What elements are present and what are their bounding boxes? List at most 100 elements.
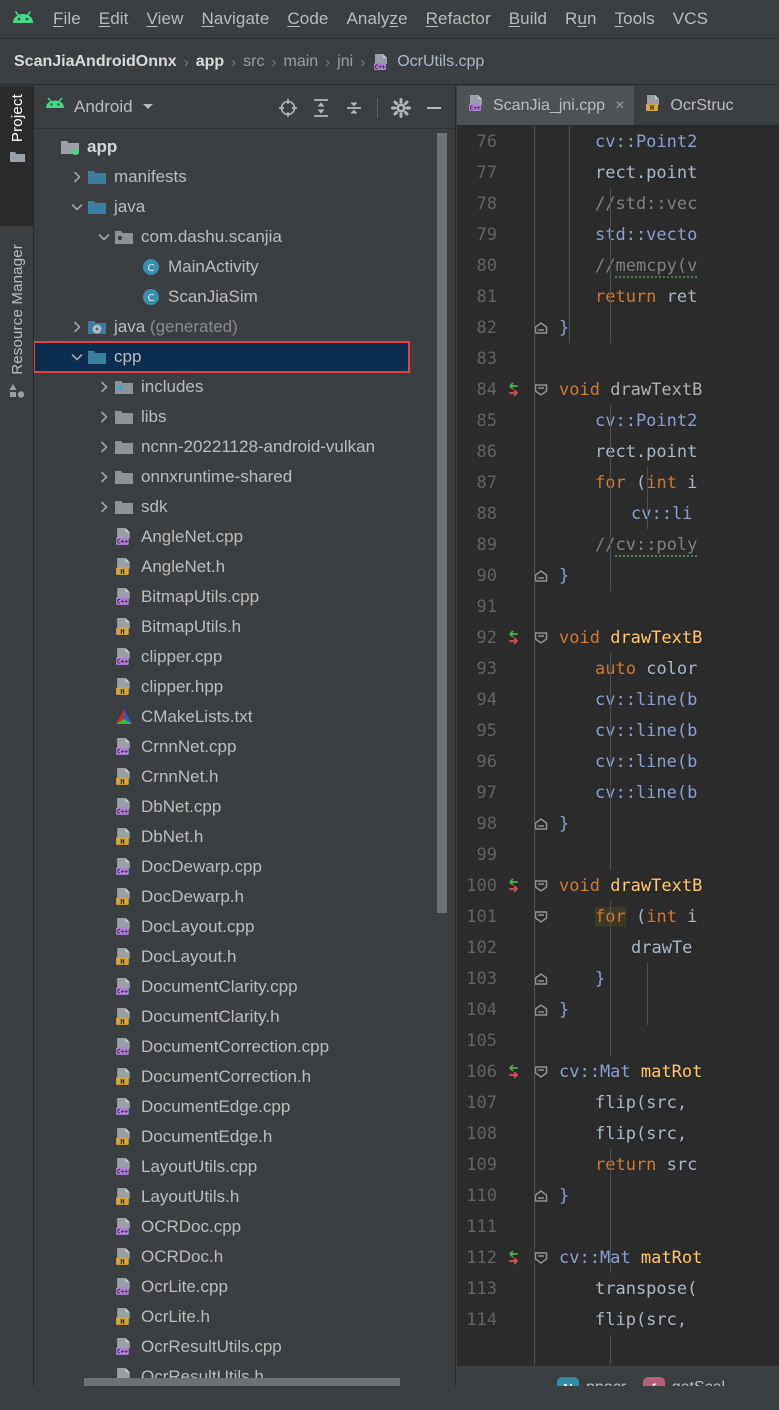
- tree-row[interactable]: C++ BitmapUtils.cpp: [34, 582, 455, 612]
- code-line[interactable]: 103 }: [457, 963, 779, 994]
- code-line[interactable]: 104 }: [457, 994, 779, 1025]
- menu-code[interactable]: Code: [278, 7, 337, 31]
- tree-row[interactable]: C++ DbNet.cpp: [34, 792, 455, 822]
- code-line[interactable]: 108 flip(src,: [457, 1118, 779, 1149]
- code-line[interactable]: 81 return ret: [457, 281, 779, 312]
- tree-row[interactable]: C++ OcrLite.cpp: [34, 1272, 455, 1302]
- menu-tools[interactable]: Tools: [606, 7, 664, 31]
- tree-row[interactable]: C++ DocDewarp.cpp: [34, 852, 455, 882]
- fold-collapse-icon[interactable]: [529, 628, 553, 648]
- tree-row[interactable]: C++ OcrResultUtils.cpp: [34, 1332, 455, 1362]
- chevron-down-icon[interactable]: [69, 349, 85, 365]
- breadcrumb-item-jni[interactable]: jni: [337, 53, 353, 71]
- tree-row[interactable]: H LayoutUtils.h: [34, 1182, 455, 1212]
- code-line[interactable]: 86 rect.point: [457, 436, 779, 467]
- code-line[interactable]: 90 }: [457, 560, 779, 591]
- code-line[interactable]: 76 cv::Point2: [457, 126, 779, 157]
- select-opened-file-icon[interactable]: [274, 94, 302, 122]
- tree-row[interactable]: ncnn-20221128-android-vulkan: [34, 432, 455, 462]
- tree-row[interactable]: C++ CrnnNet.cpp: [34, 732, 455, 762]
- vcs-change-marker-icon[interactable]: [503, 380, 529, 400]
- expand-all-icon[interactable]: [307, 94, 335, 122]
- code-line[interactable]: 112 cv::Mat matRot: [457, 1242, 779, 1273]
- fold-end-icon[interactable]: [529, 1186, 553, 1206]
- chevron-down-icon[interactable]: [69, 199, 85, 215]
- vcs-change-marker-icon[interactable]: [503, 1248, 529, 1268]
- code-line[interactable]: 114 flip(src,: [457, 1304, 779, 1335]
- code-line[interactable]: 77 rect.point: [457, 157, 779, 188]
- tree-row[interactable]: H OCRDoc.h: [34, 1242, 455, 1272]
- code-line[interactable]: 113 transpose(: [457, 1273, 779, 1304]
- chevron-right-icon[interactable]: [96, 469, 112, 485]
- tab-ocrstruct-h[interactable]: H OcrStruc: [634, 86, 743, 125]
- fold-end-icon[interactable]: [529, 566, 553, 586]
- code-line[interactable]: 87 for (int i: [457, 467, 779, 498]
- fold-collapse-icon[interactable]: [529, 1248, 553, 1268]
- code-line[interactable]: 80 //memcpy(v: [457, 250, 779, 281]
- tree-row[interactable]: java (generated): [34, 312, 455, 342]
- hide-icon[interactable]: [420, 94, 448, 122]
- code-line[interactable]: 106 cv::Mat matRot: [457, 1056, 779, 1087]
- code-line[interactable]: 107 flip(src,: [457, 1087, 779, 1118]
- code-line[interactable]: 111: [457, 1211, 779, 1242]
- tree-row[interactable]: C++ DocLayout.cpp: [34, 912, 455, 942]
- tree-row[interactable]: app: [34, 132, 455, 162]
- chevron-right-icon[interactable]: [96, 499, 112, 515]
- chevron-right-icon[interactable]: [96, 379, 112, 395]
- tree-row[interactable]: CMakeLists.txt: [34, 702, 455, 732]
- code-line[interactable]: 109 return src: [457, 1149, 779, 1180]
- code-line[interactable]: 92 void drawTextB: [457, 622, 779, 653]
- tree-row[interactable]: C++ LayoutUtils.cpp: [34, 1152, 455, 1182]
- tree-row[interactable]: H OcrLite.h: [34, 1302, 455, 1332]
- project-vertical-scrollbar[interactable]: [437, 133, 447, 913]
- code-line[interactable]: 98 }: [457, 808, 779, 839]
- code-line[interactable]: 105: [457, 1025, 779, 1056]
- tree-row[interactable]: H CrnnNet.h: [34, 762, 455, 792]
- fold-collapse-icon[interactable]: [529, 380, 553, 400]
- tree-row[interactable]: H DbNet.h: [34, 822, 455, 852]
- menu-run[interactable]: Run: [556, 7, 606, 31]
- sidebar-item-project[interactable]: Project: [0, 86, 34, 226]
- menu-vcs[interactable]: VCS: [664, 7, 717, 31]
- menu-analyze[interactable]: Analyze: [337, 7, 416, 31]
- tree-row[interactable]: onnxruntime-shared: [34, 462, 455, 492]
- menu-build[interactable]: Build: [500, 7, 556, 31]
- tree-row[interactable]: H DocDewarp.h: [34, 882, 455, 912]
- code-line[interactable]: 83: [457, 343, 779, 374]
- code-line[interactable]: 110 }: [457, 1180, 779, 1211]
- project-view-selector[interactable]: Android: [44, 97, 155, 117]
- chevron-right-icon[interactable]: [96, 439, 112, 455]
- tree-row[interactable]: H DocumentEdge.h: [34, 1122, 455, 1152]
- tree-row[interactable]: C++ DocumentClarity.cpp: [34, 972, 455, 1002]
- code-line[interactable]: 78 //std::vec: [457, 188, 779, 219]
- fold-collapse-icon[interactable]: [529, 907, 553, 927]
- tree-row[interactable]: Hclipper.hpp: [34, 672, 455, 702]
- code-line[interactable]: 85 cv::Point2: [457, 405, 779, 436]
- code-line[interactable]: 91: [457, 591, 779, 622]
- code-line[interactable]: 96 cv::line(b: [457, 746, 779, 777]
- code-editor[interactable]: 76 cv::Point2 77 rect.point 78//std::vec 79st…: [457, 126, 779, 1365]
- fold-collapse-icon[interactable]: [529, 876, 553, 896]
- tree-row[interactable]: C MainActivity: [34, 252, 455, 282]
- fold-end-icon[interactable]: [529, 969, 553, 989]
- code-line[interactable]: 95 cv::line(b: [457, 715, 779, 746]
- fold-end-icon[interactable]: [529, 814, 553, 834]
- fold-end-icon[interactable]: [529, 1000, 553, 1020]
- vcs-change-marker-icon[interactable]: [503, 628, 529, 648]
- code-line[interactable]: 93 auto color: [457, 653, 779, 684]
- tree-row[interactable]: H DocumentCorrection.h: [34, 1062, 455, 1092]
- tab-scanjia-jni-cpp[interactable]: C++ ScanJia_jni.cpp ×: [457, 86, 635, 125]
- tree-row-selected[interactable]: cpp: [34, 341, 410, 373]
- tree-row[interactable]: sdk: [34, 492, 455, 522]
- close-icon[interactable]: ×: [615, 97, 624, 115]
- breadcrumb-item-file[interactable]: C++ OcrUtils.cpp: [372, 53, 484, 72]
- chevron-right-icon[interactable]: [96, 409, 112, 425]
- menu-view[interactable]: View: [138, 7, 193, 31]
- breadcrumb-item-project[interactable]: ScanJiaAndroidOnnx: [14, 53, 177, 71]
- chevron-down-icon[interactable]: [96, 229, 112, 245]
- code-line[interactable]: 99: [457, 839, 779, 870]
- tree-row[interactable]: C ScanJiaSim: [34, 282, 455, 312]
- tree-row[interactable]: C++ clipper.cpp: [34, 642, 455, 672]
- tree-row[interactable]: java: [34, 192, 455, 222]
- code-line[interactable]: 94 cv::line(b: [457, 684, 779, 715]
